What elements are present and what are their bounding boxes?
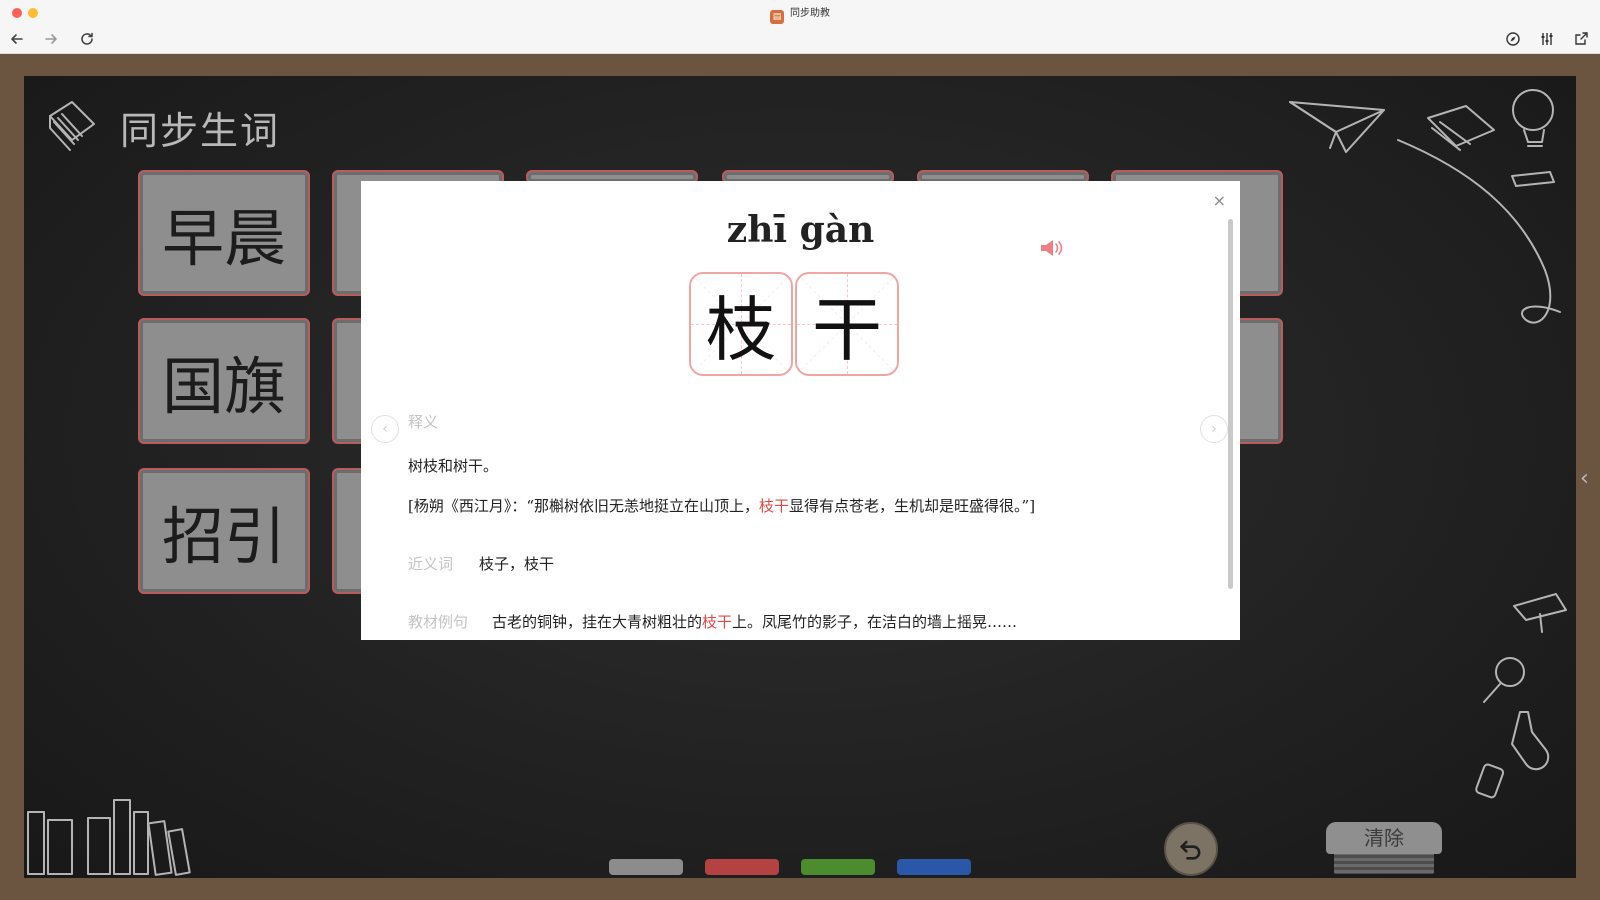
word-card[interactable]: 早晨 [138,170,310,296]
example-highlight: 枝干 [759,497,790,515]
back-icon[interactable] [6,28,28,50]
undo-icon [1180,840,1201,860]
textbook-label: 教材例句 [408,613,469,631]
next-arrow-button[interactable]: › [1200,415,1228,443]
share-icon[interactable] [1570,28,1592,50]
settings-sliders-icon[interactable] [1536,28,1558,50]
character-grid: 干 [795,272,899,376]
window-title: ▤ 同步助教 [0,4,1600,24]
word-detail-dialog: × zhī gàn 枝 干 ‹ › 释义 树枝和树干。 [杨朔《西江月》：“那槲… [361,181,1240,640]
textbook-prefix: 古老的铜钟，挂在大青树粗壮的 [492,613,703,631]
browser-toolbar [0,24,1600,54]
undo-button[interactable] [1164,822,1218,876]
chalk-green-button[interactable] [801,859,875,875]
window-titlebar: ▤ 同步助教 [0,0,1600,24]
textbook-suffix: 上。凤尾竹的影子，在洁白的墙上摇晃…… [732,613,1018,631]
compass-icon[interactable] [1502,28,1524,50]
example-prefix: [杨朔《西江月》：“那槲树依旧无恙地挺立在山顶上， [408,497,760,515]
prev-arrow-button[interactable]: ‹ [371,415,399,443]
character-grid: 枝 [689,272,793,376]
synonym-label: 近义词 [408,555,454,573]
word-card[interactable]: 招引 [138,468,310,594]
definition-label: 释义 [408,413,439,431]
app-icon: ▤ [770,10,784,24]
chalk-gray-button[interactable] [609,859,683,875]
clear-button[interactable]: 清除 [1326,822,1442,854]
chalk-red-button[interactable] [705,859,779,875]
reload-icon[interactable] [76,28,98,50]
character: 枝 [706,288,776,371]
page-title: 同步生词 [120,109,281,153]
definition-text: 树枝和树干。 [408,457,499,475]
eraser-base [1334,852,1434,874]
literary-example: [杨朔《西江月》：“那槲树依旧无恙地挺立在山顶上，枝干显得有点苍老，生机却是旺盛… [408,495,1035,516]
forward-icon[interactable] [40,28,62,50]
chalk-blue-button[interactable] [897,859,971,875]
close-icon[interactable]: × [1213,193,1226,209]
synonym-text: 枝子，枝干 [479,555,555,573]
window-title-text: 同步助教 [790,8,830,19]
side-panel-toggle[interactable]: ‹ [1580,468,1598,492]
example-suffix: 显得有点苍老，生机却是旺盛得很。”] [789,497,1036,515]
character: 干 [812,288,882,371]
textbook-sentence: 古老的铜钟，挂在大青树粗壮的枝干上。凤尾竹的影子，在洁白的墙上摇晃…… [492,611,1017,632]
pinyin: zhī gàn [726,209,875,251]
book-pile-icon [49,101,95,151]
word-card[interactable]: 国旗 [138,318,310,444]
dialog-scrollbar[interactable] [1228,219,1233,589]
speaker-icon[interactable] [1039,237,1065,259]
textbook-highlight: 枝干 [702,613,733,631]
